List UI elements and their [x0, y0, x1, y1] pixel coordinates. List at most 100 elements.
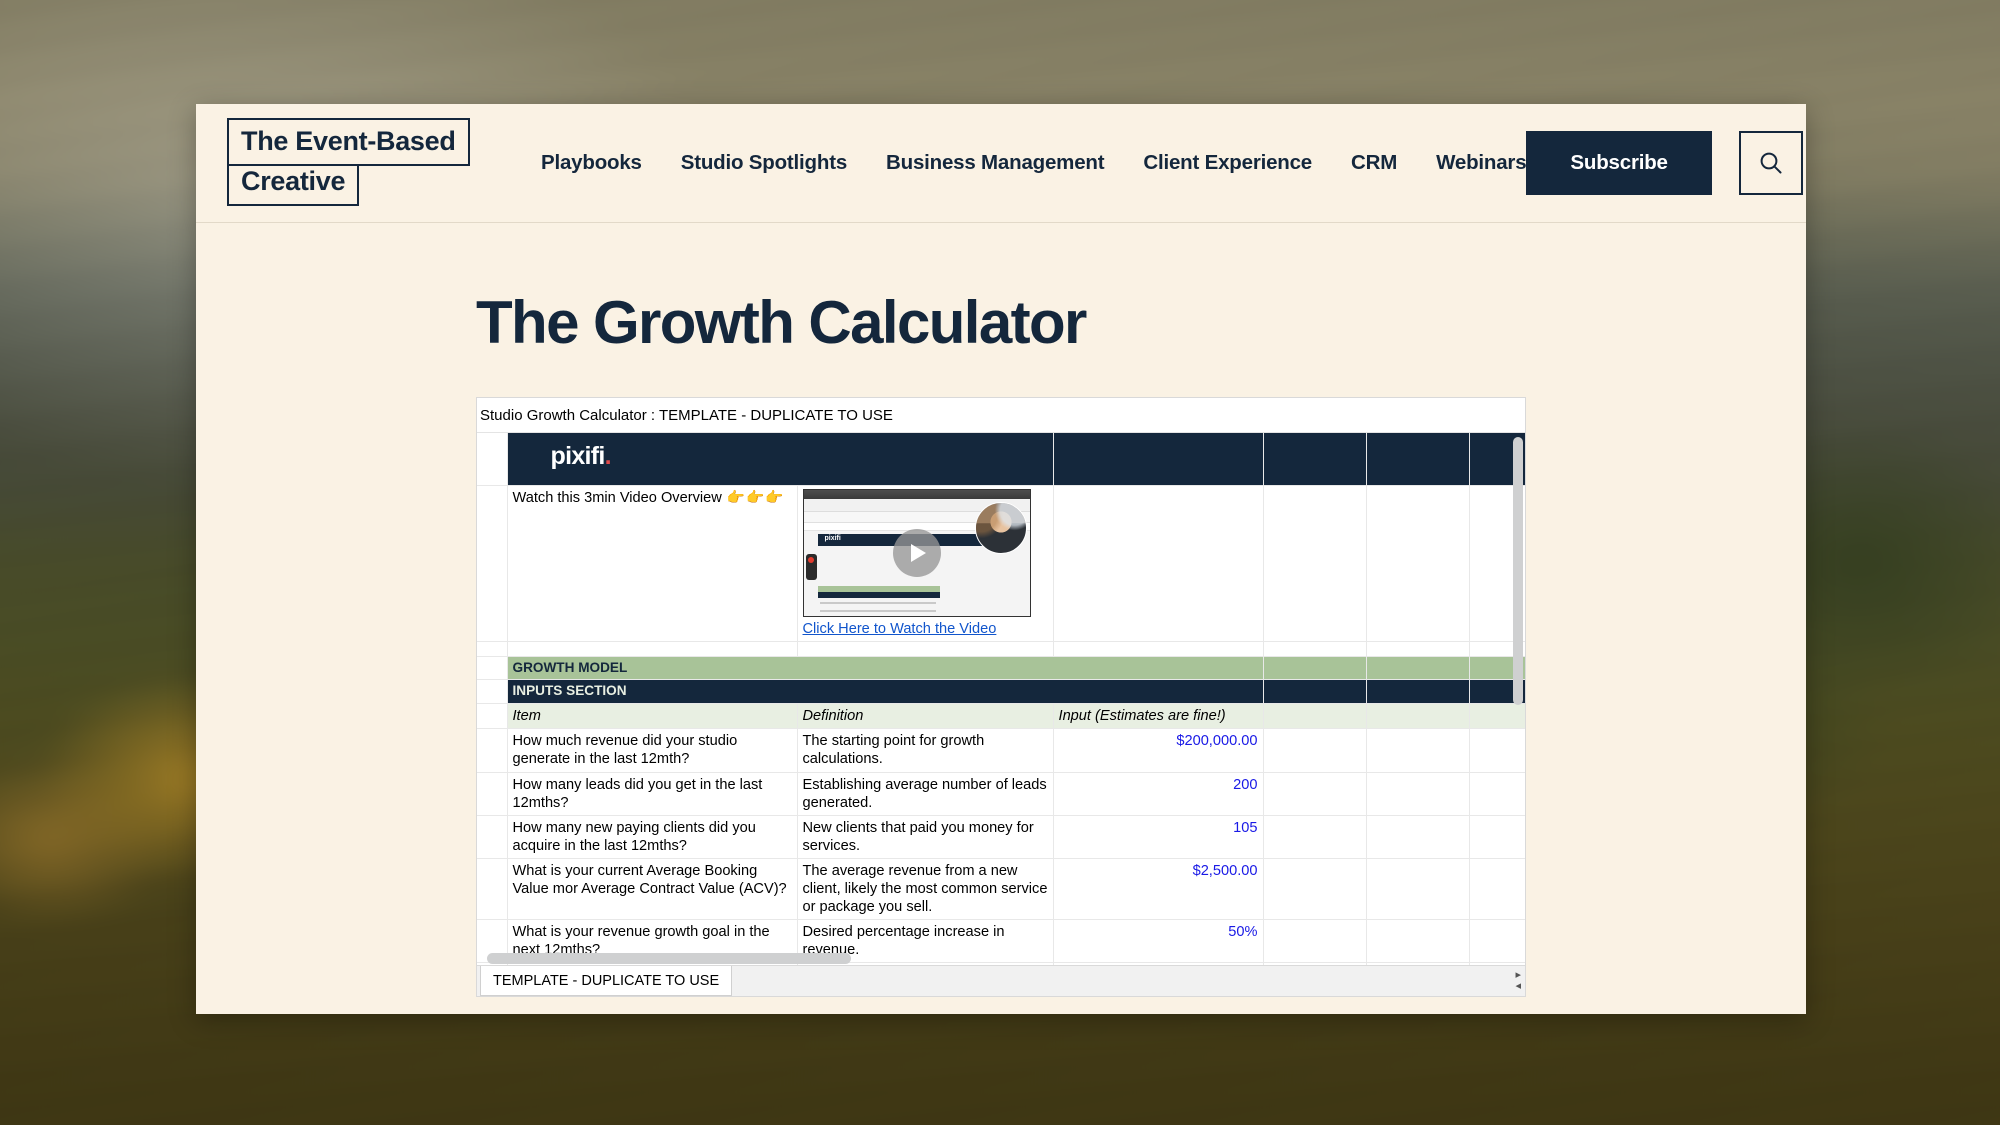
spreadsheet-embed[interactable]: Studio Growth Calculator : TEMPLATE - DU… [476, 397, 1526, 997]
spacer-cell [1263, 641, 1367, 657]
pointing-hand-icon: 👉👉👉 [721, 489, 785, 506]
cell-input-value[interactable]: $200,000.00 [1053, 728, 1264, 773]
row-gutter [477, 772, 508, 816]
sheet-tab-bar: TEMPLATE - DUPLICATE TO USE ▸ ◂ [477, 965, 1525, 996]
cell-e [1263, 815, 1367, 859]
row-gutter [477, 641, 508, 657]
spacer-cell [797, 641, 1054, 657]
cell-item: How much revenue did your studio generat… [507, 728, 798, 773]
subscribe-button[interactable]: Subscribe [1526, 131, 1712, 195]
site-logo[interactable]: The Event-Based Creative [227, 118, 474, 206]
cell-f [1366, 919, 1470, 964]
row-gutter [477, 485, 508, 642]
sheet-tab-template[interactable]: TEMPLATE - DUPLICATE TO USE [480, 966, 733, 996]
column-header-definition: Definition [797, 703, 1054, 730]
cell-item: How many new paying clients did you acqu… [507, 815, 798, 859]
search-icon [1760, 152, 1782, 174]
thumb-browser-chrome [803, 489, 1030, 499]
nav-item-crm[interactable]: CRM [1351, 151, 1397, 175]
thumb-grid-line [819, 609, 936, 612]
brand-row: pixifi. [477, 433, 1525, 486]
tab-scroll-right-icon[interactable]: ▸ [1515, 970, 1521, 981]
spacer-cell [1366, 641, 1470, 657]
table-row[interactable]: How much revenue did your studio generat… [477, 728, 1525, 773]
nav-item-business-management[interactable]: Business Management [886, 151, 1105, 175]
search-button[interactable] [1738, 131, 1803, 195]
horizontal-scrollbar-thumb[interactable] [487, 953, 851, 964]
cell-f [1366, 772, 1470, 816]
spreadsheet-title: Studio Growth Calculator : TEMPLATE - DU… [477, 398, 1525, 432]
video-prompt-cell: Watch this 3min Video Overview 👉👉👉 [507, 485, 798, 642]
column-header-cell-f [1366, 703, 1470, 730]
growth-model-cell-e [1263, 656, 1367, 681]
brand-cell-f [1366, 433, 1470, 486]
nav-item-studio-spotlights[interactable]: Studio Spotlights [681, 151, 847, 175]
presenter-avatar [974, 501, 1027, 554]
cell-input-value[interactable]: 200 [1053, 772, 1264, 816]
row-gutter [477, 433, 508, 486]
horizontal-scrollbar[interactable] [487, 953, 1309, 964]
cell-item: What is your current Average Booking Val… [507, 858, 798, 921]
spreadsheet-grid[interactable]: pixifi. Watch this 3min Video Overview 👉… [477, 432, 1525, 965]
cell-e [1263, 728, 1367, 773]
cell-input-value[interactable]: 105 [1053, 815, 1264, 859]
cell-e [1263, 772, 1367, 816]
grid-table: pixifi. Watch this 3min Video Overview 👉… [477, 433, 1525, 965]
tab-scroll-arrows: ▸ ◂ [1495, 966, 1525, 996]
nav-item-client-experience[interactable]: Client Experience [1143, 151, 1312, 175]
spacer-row [477, 641, 1525, 657]
cell-definition: The average revenue from a new client, l… [797, 858, 1054, 921]
cell-item: How many leads did you get in the last 1… [507, 772, 798, 816]
brand-cell-e [1263, 433, 1367, 486]
growth-model-header-row: GROWTH MODEL [477, 656, 1525, 681]
inputs-section-cell-e [1263, 679, 1367, 705]
table-row[interactable]: What is your current Average Booking Val… [477, 858, 1525, 921]
brand-cell: pixifi. [507, 433, 1054, 486]
cell-f [1366, 858, 1470, 921]
spacer-cell [507, 641, 798, 657]
cell-f [1366, 815, 1470, 859]
site-card: The Event-Based Creative Playbooks Studi… [196, 104, 1806, 1014]
watch-video-link[interactable]: Click Here to Watch the Video [803, 617, 997, 638]
cell-definition: The starting point for growth calculatio… [797, 728, 1054, 773]
page-title: The Growth Calculator [476, 289, 1087, 356]
row-gutter [477, 728, 508, 773]
video-thumbnail[interactable] [802, 488, 1031, 617]
row-gutter [477, 815, 508, 859]
tab-scroll-left-icon[interactable]: ◂ [1515, 981, 1521, 992]
cell-f [1366, 728, 1470, 773]
cell-input-value[interactable]: $2,500.00 [1053, 858, 1264, 921]
column-header-cell-e [1263, 703, 1367, 730]
row-gutter [477, 656, 508, 681]
header-actions: Subscribe [1526, 131, 1803, 195]
video-row-cell-d [1053, 485, 1264, 642]
spacer-cell [1053, 641, 1264, 657]
pixifi-logo-dot: . [604, 442, 612, 470]
thumb-grid-line [819, 601, 936, 604]
logo-line-1: The Event-Based [227, 118, 470, 166]
growth-model-cell-f [1366, 656, 1470, 681]
nav-item-playbooks[interactable]: Playbooks [541, 151, 642, 175]
vertical-scrollbar[interactable] [1513, 437, 1523, 949]
pixifi-logo-text: pixifi [550, 442, 606, 470]
cell-definition: New clients that paid you money for serv… [797, 815, 1054, 859]
inputs-section-cell-f [1366, 679, 1470, 705]
table-row[interactable]: How many leads did you get in the last 1… [477, 772, 1525, 816]
row-gutter [477, 679, 508, 705]
thumb-record-button [805, 553, 817, 580]
play-button-icon[interactable] [892, 528, 941, 577]
table-row[interactable]: How many new paying clients did you acqu… [477, 815, 1525, 859]
column-header-item: Item [507, 703, 798, 730]
inputs-section-header-row: INPUTS SECTION [477, 679, 1525, 705]
main-nav: Playbooks Studio Spotlights Business Man… [541, 151, 1527, 175]
site-header: The Event-Based Creative Playbooks Studi… [196, 104, 1806, 223]
pixifi-logo: pixifi. [513, 436, 1048, 469]
nav-item-webinars[interactable]: Webinars [1436, 151, 1527, 175]
column-headers-row: Item Definition Input (Estimates are fin… [477, 703, 1525, 730]
cell-definition: Establishing average number of leads gen… [797, 772, 1054, 816]
inputs-section-label: INPUTS SECTION [507, 679, 1264, 705]
brand-cell-d [1053, 433, 1264, 486]
cell-e [1263, 858, 1367, 921]
row-gutter [477, 858, 508, 921]
vertical-scrollbar-thumb[interactable] [1513, 437, 1523, 705]
